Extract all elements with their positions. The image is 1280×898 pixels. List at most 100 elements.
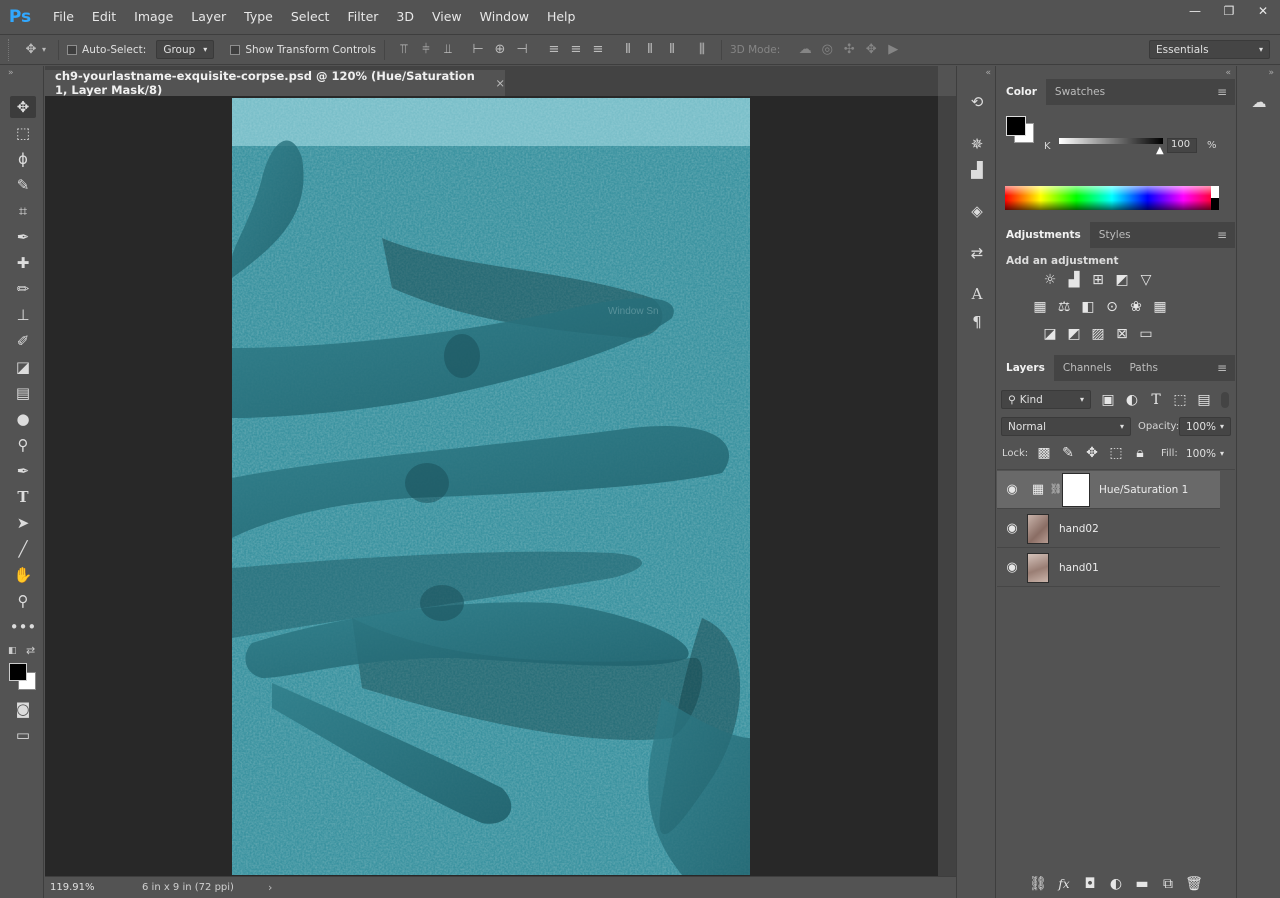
tab-channels[interactable]: Channels: [1054, 355, 1121, 381]
filter-adjustment-icon[interactable]: ◐: [1121, 390, 1143, 410]
options-grip[interactable]: [8, 38, 12, 61]
pen-tool-icon[interactable]: ✒: [10, 460, 36, 482]
document-tab[interactable]: ch9-yourlastname-exquisite-corpse.psd @ …: [45, 69, 505, 97]
threshold-icon[interactable]: ▨: [1087, 324, 1109, 344]
curves-icon[interactable]: ⊞: [1087, 270, 1109, 290]
new-adjustment-layer-icon[interactable]: ◐: [1105, 874, 1127, 894]
distribute-top-icon[interactable]: ≡: [543, 40, 565, 60]
tab-styles[interactable]: Styles: [1090, 222, 1140, 248]
menu-image[interactable]: Image: [125, 0, 182, 34]
eraser-tool-icon[interactable]: ◪: [10, 356, 36, 378]
move-tool-preset-icon[interactable]: ✥: [20, 40, 42, 60]
quick-selection-tool-icon[interactable]: ✎: [10, 174, 36, 196]
selective-color-icon[interactable]: ⊠: [1111, 324, 1133, 344]
3d-slide-icon[interactable]: ✥: [860, 40, 882, 60]
lasso-tool-icon[interactable]: ϕ: [10, 148, 36, 170]
collapse-strip-icon[interactable]: «: [985, 68, 991, 78]
layer-name[interactable]: hand02: [1059, 523, 1099, 535]
color-balance-icon[interactable]: ⚖: [1053, 297, 1075, 317]
filter-toggle[interactable]: [1221, 392, 1229, 408]
3d-pan-icon[interactable]: ✣: [838, 40, 860, 60]
lock-transparent-icon[interactable]: ▩: [1033, 443, 1055, 463]
menu-window[interactable]: Window: [471, 0, 538, 34]
marquee-tool-icon[interactable]: ⬚: [10, 122, 36, 144]
layer-filter-dropdown[interactable]: ⚲ Kind ▾: [1001, 390, 1091, 409]
align-left-icon[interactable]: ⊢: [467, 40, 489, 60]
auto-select-dropdown[interactable]: Group ▾: [156, 40, 215, 59]
lock-position-icon[interactable]: ✥: [1081, 443, 1103, 463]
healing-brush-tool-icon[interactable]: ✚: [10, 252, 36, 274]
document-canvas[interactable]: Window Sn: [232, 98, 750, 875]
histogram-panel-icon[interactable]: ▟: [966, 159, 988, 181]
filter-shape-icon[interactable]: ⬚: [1169, 390, 1191, 410]
align-hcenter-icon[interactable]: ⊕: [489, 40, 511, 60]
3d-roll-icon[interactable]: ◎: [816, 40, 838, 60]
gradient-tool-icon[interactable]: ▤: [10, 382, 36, 404]
menu-3d[interactable]: 3D: [387, 0, 423, 34]
paragraph-panel-icon[interactable]: ¶: [966, 311, 988, 333]
dodge-tool-icon[interactable]: ⚲: [10, 434, 36, 456]
filter-smart-object-icon[interactable]: ▤: [1193, 390, 1215, 410]
levels-icon[interactable]: ▟: [1063, 270, 1085, 290]
minimize-button[interactable]: —: [1178, 0, 1212, 22]
menu-select[interactable]: Select: [282, 0, 339, 34]
distribute-vcenter-icon[interactable]: ≡: [565, 40, 587, 60]
invert-icon[interactable]: ◪: [1039, 324, 1061, 344]
creative-cloud-libraries-icon[interactable]: ☁: [1247, 91, 1271, 113]
vibrance-icon[interactable]: ▽: [1135, 270, 1157, 290]
new-layer-icon[interactable]: ⧉: [1157, 874, 1179, 894]
swap-colors-icon[interactable]: ⇄: [26, 644, 35, 657]
color-panel-menu-icon[interactable]: ≡: [1217, 85, 1227, 99]
tab-color[interactable]: Color: [997, 79, 1046, 105]
3d-panel-icon[interactable]: ◈: [966, 200, 988, 222]
preset-chevron-icon[interactable]: ▾: [42, 45, 46, 54]
layers-scroll-track[interactable]: [1220, 471, 1235, 871]
filter-type-icon[interactable]: T: [1145, 390, 1167, 410]
hand-tool-icon[interactable]: ✋: [10, 564, 36, 586]
move-tool-icon[interactable]: ✥: [10, 96, 36, 118]
tab-layers[interactable]: Layers: [997, 355, 1054, 381]
workspace-dropdown[interactable]: Essentials ▾: [1149, 40, 1270, 59]
black-white-icon[interactable]: ◧: [1077, 297, 1099, 317]
canvas-area[interactable]: Window Sn: [45, 96, 938, 876]
brush-tool-icon[interactable]: ✏: [10, 278, 36, 300]
lock-image-icon[interactable]: ✎: [1057, 443, 1079, 463]
layer-style-icon[interactable]: fx: [1053, 874, 1075, 894]
menu-edit[interactable]: Edit: [83, 0, 125, 34]
collapse-toolbar-icon[interactable]: »: [8, 68, 14, 78]
vertical-scrollbar[interactable]: [938, 96, 956, 876]
photo-filter-icon[interactable]: ⊙: [1101, 297, 1123, 317]
layer-row-hand01[interactable]: ◉ hand01: [997, 549, 1220, 587]
add-mask-icon[interactable]: ◘: [1079, 874, 1101, 894]
mask-link-icon[interactable]: ⛓: [1049, 484, 1063, 495]
history-brush-tool-icon[interactable]: ✐: [10, 330, 36, 352]
type-tool-icon[interactable]: T: [10, 486, 36, 508]
align-right-icon[interactable]: ⊣: [511, 40, 533, 60]
layer-mask-thumbnail[interactable]: [1062, 472, 1090, 507]
layer-name[interactable]: hand01: [1059, 562, 1099, 574]
posterize-icon[interactable]: ◩: [1063, 324, 1085, 344]
navigator-panel-icon[interactable]: ✵: [966, 133, 988, 155]
default-colors-icon[interactable]: ◧: [8, 646, 17, 656]
link-layers-icon[interactable]: ⛓: [1027, 874, 1049, 894]
color-foreground-swatch[interactable]: [1006, 116, 1026, 136]
show-transform-checkbox[interactable]: [230, 44, 241, 55]
zoom-tool-icon[interactable]: ⚲: [10, 590, 36, 612]
menu-help[interactable]: Help: [538, 0, 585, 34]
expand-panels-icon[interactable]: »: [1268, 68, 1274, 78]
layers-panel-menu-icon[interactable]: ≡: [1217, 361, 1227, 375]
delete-layer-icon[interactable]: 🗑︎: [1183, 874, 1205, 894]
align-vcenter-icon[interactable]: ⫩: [415, 40, 437, 60]
align-top-icon[interactable]: ⫪: [393, 40, 415, 60]
k-value-field[interactable]: 100: [1167, 138, 1197, 153]
visibility-eye-icon[interactable]: ◉: [997, 521, 1027, 536]
opacity-field[interactable]: 100% ▾: [1179, 417, 1231, 436]
menu-file[interactable]: File: [44, 0, 83, 34]
restore-button[interactable]: ❐: [1212, 0, 1246, 22]
quick-mask-icon[interactable]: ◙: [10, 698, 36, 720]
color-spectrum[interactable]: [1005, 186, 1219, 210]
3d-camera-icon[interactable]: ▶: [882, 40, 904, 60]
k-slider[interactable]: [1059, 138, 1163, 144]
tab-adjustments[interactable]: Adjustments: [997, 222, 1090, 248]
filter-pixel-icon[interactable]: ▣: [1097, 390, 1119, 410]
